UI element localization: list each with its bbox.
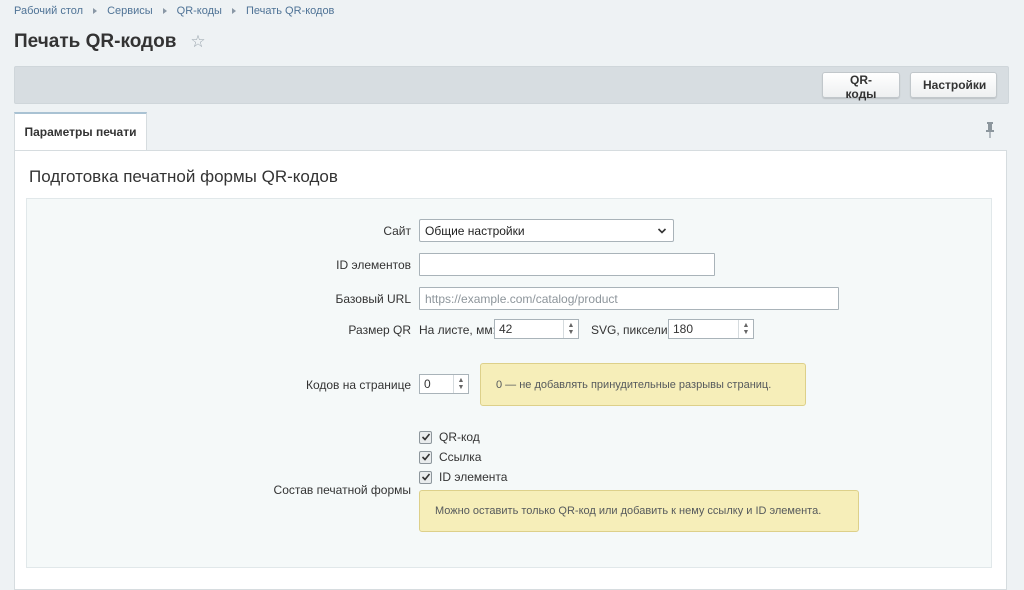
sheet-size-stepper[interactable]: 42 ▲ ▼ <box>494 319 579 339</box>
svg-size-value: 180 <box>673 322 694 336</box>
tab-print-params[interactable]: Параметры печати <box>14 112 147 150</box>
checkbox-checked-icon[interactable] <box>419 470 432 484</box>
element-ids-label: ID элементов <box>336 258 411 272</box>
stepper-arrows-icon[interactable]: ▲ ▼ <box>738 320 753 338</box>
toolbar: QR-коды Настройки <box>14 66 1009 104</box>
sheet-size-label: На листе, мм: <box>419 323 496 337</box>
checkbox-element-id-label: ID элемента <box>439 470 508 484</box>
breadcrumb-services[interactable]: Сервисы <box>107 5 153 17</box>
checkbox-link[interactable]: Ссылка <box>419 450 481 464</box>
svg-size-label: SVG, пиксели: <box>591 323 671 337</box>
breadcrumb-desktop[interactable]: Рабочий стол <box>14 5 83 17</box>
tabs-bar: Параметры печати <box>14 112 1007 150</box>
title-row: Печать QR-кодов ☆ <box>14 31 206 53</box>
pin-icon[interactable] <box>985 122 995 138</box>
breadcrumb-qr-codes[interactable]: QR-коды <box>177 5 222 17</box>
base-url-input[interactable] <box>419 287 839 310</box>
breadcrumb-print-qr[interactable]: Печать QR-кодов <box>246 5 334 17</box>
form-area: Сайт Общие настройки ID элементов Базовы… <box>26 198 992 568</box>
checkbox-link-label: Ссылка <box>439 450 482 464</box>
content-panel: Подготовка печатной формы QR-кодов Сайт … <box>14 150 1007 590</box>
page-title: Печать QR-кодов <box>14 31 177 52</box>
codes-per-page-stepper[interactable]: 0 ▲ ▼ <box>419 374 469 394</box>
panel-title: Подготовка печатной формы QR-кодов <box>29 167 338 186</box>
breadcrumb-separator-icon <box>93 8 98 14</box>
base-url-label: Базовый URL <box>335 292 412 306</box>
checkbox-checked-icon[interactable] <box>419 450 432 464</box>
chevron-down-icon <box>657 228 667 234</box>
sheet-size-value: 42 <box>499 322 513 336</box>
stepper-arrows-icon[interactable]: ▲ ▼ <box>453 375 468 393</box>
qr-size-label: Размер QR <box>348 323 411 337</box>
checkbox-qr-code[interactable]: QR-код <box>419 430 480 444</box>
codes-per-page-value: 0 <box>424 377 431 391</box>
codes-per-page-hint: 0 — не добавлять принудительные разрывы … <box>480 363 806 406</box>
checkbox-qr-code-label: QR-код <box>439 430 480 444</box>
composition-hint: Можно оставить только QR-код или добавит… <box>419 490 859 532</box>
qr-codes-button[interactable]: QR-коды <box>822 72 900 101</box>
element-ids-input[interactable] <box>419 253 715 276</box>
composition-label: Состав печатной формы <box>273 483 411 497</box>
site-select[interactable]: Общие настройки <box>419 219 674 242</box>
breadcrumb-separator-icon <box>162 8 167 14</box>
checkbox-element-id[interactable]: ID элемента <box>419 470 507 484</box>
breadcrumb: Рабочий стол Сервисы QR-коды Печать QR-к… <box>14 5 334 17</box>
settings-button[interactable]: Настройки <box>910 72 997 98</box>
star-icon[interactable]: ☆ <box>190 32 205 52</box>
codes-per-page-label: Кодов на странице <box>305 378 411 392</box>
site-select-value: Общие настройки <box>425 223 525 238</box>
site-label: Сайт <box>383 224 411 238</box>
breadcrumb-separator-icon <box>231 8 236 14</box>
checkbox-checked-icon[interactable] <box>419 430 432 444</box>
svg-size-stepper[interactable]: 180 ▲ ▼ <box>668 319 754 339</box>
stepper-arrows-icon[interactable]: ▲ ▼ <box>563 320 578 338</box>
